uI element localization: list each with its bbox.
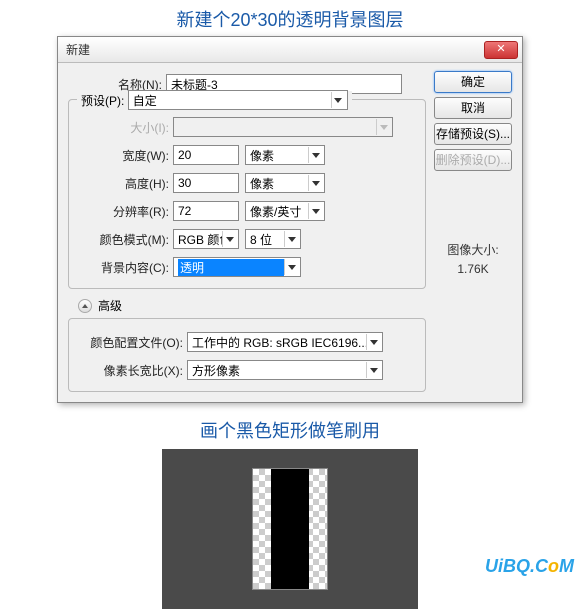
label-height: 高度(H): <box>75 175 173 192</box>
chevron-down-icon <box>308 175 322 191</box>
preset-group: 预设(P): 自定 大小(I): 宽度(W): <box>68 99 426 289</box>
chevron-down-icon <box>284 259 298 275</box>
watermark: UiBQ.CoM <box>485 556 574 577</box>
dialog-title: 新建 <box>62 41 484 58</box>
bit-depth-dropdown[interactable]: 8 位 <box>245 229 301 249</box>
caption-top: 新建个20*30的透明背景图层 <box>0 0 580 36</box>
label-background: 背景内容(C): <box>75 259 173 276</box>
new-document-dialog: 新建 ✕ 名称(N): 预设(P): 自定 大小(I): <box>57 36 523 403</box>
advanced-toggle[interactable]: 高级 <box>78 297 426 314</box>
width-unit-dropdown[interactable]: 像素 <box>245 145 325 165</box>
resolution-input[interactable] <box>173 201 239 221</box>
height-unit-dropdown[interactable]: 像素 <box>245 173 325 193</box>
chevron-down-icon <box>222 231 236 247</box>
pixel-aspect-dropdown[interactable]: 方形像素 <box>187 360 383 380</box>
preset-dropdown[interactable]: 自定 <box>128 90 348 110</box>
label-resolution: 分辨率(R): <box>75 203 173 220</box>
height-input[interactable] <box>173 173 239 193</box>
color-profile-dropdown[interactable]: 工作中的 RGB: sRGB IEC6196... <box>187 332 383 352</box>
caption-bottom: 画个黑色矩形做笔刷用 <box>0 417 580 443</box>
color-mode-dropdown[interactable]: RGB 颜色 <box>173 229 239 249</box>
width-input[interactable] <box>173 145 239 165</box>
chevron-down-icon <box>366 362 380 378</box>
close-button[interactable]: ✕ <box>484 41 518 59</box>
resolution-unit-dropdown[interactable]: 像素/英寸 <box>245 201 325 221</box>
advanced-group: 颜色配置文件(O): 工作中的 RGB: sRGB IEC6196... 像素长… <box>68 318 426 392</box>
canvas-area <box>162 449 418 609</box>
label-preset: 预设(P): <box>81 92 124 109</box>
image-size-info: 图像大小: 1.76K <box>434 241 512 279</box>
size-dropdown <box>173 117 393 137</box>
save-preset-button[interactable]: 存储预设(S)... <box>434 123 512 145</box>
chevron-down-icon <box>308 203 322 219</box>
chevron-up-icon <box>78 299 92 313</box>
chevron-down-icon <box>284 231 298 247</box>
label-pixel-aspect: 像素长宽比(X): <box>75 362 187 379</box>
black-rectangle-shape <box>271 469 309 589</box>
chevron-down-icon <box>331 92 345 108</box>
chevron-down-icon <box>366 334 380 350</box>
label-size: 大小(I): <box>75 119 173 136</box>
cancel-button[interactable]: 取消 <box>434 97 512 119</box>
background-dropdown[interactable]: 透明 <box>173 257 301 277</box>
label-width: 宽度(W): <box>75 147 173 164</box>
titlebar[interactable]: 新建 ✕ <box>58 37 522 63</box>
label-color-mode: 颜色模式(M): <box>75 231 173 248</box>
label-color-profile: 颜色配置文件(O): <box>75 334 187 351</box>
artboard[interactable] <box>253 469 327 589</box>
chevron-down-icon <box>308 147 322 163</box>
chevron-down-icon <box>376 119 390 135</box>
ok-button[interactable]: 确定 <box>434 71 512 93</box>
delete-preset-button: 删除预设(D)... <box>434 149 512 171</box>
